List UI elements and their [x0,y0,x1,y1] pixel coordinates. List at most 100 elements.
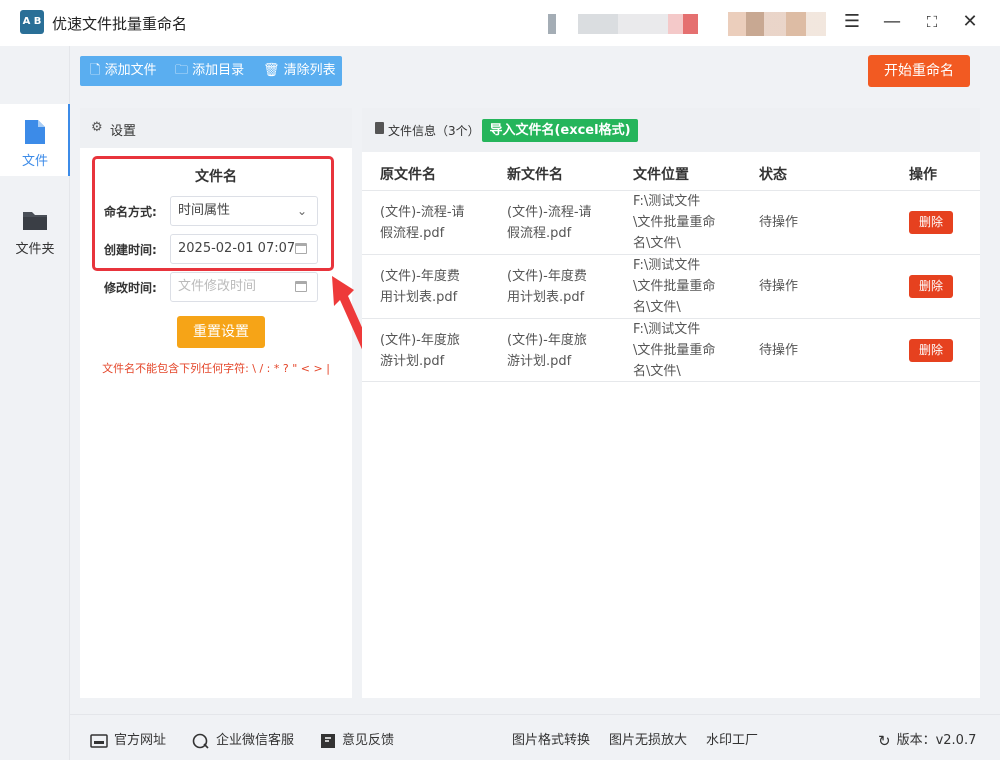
settings-title: 设置 [110,124,137,139]
file-location-line: \文件批量重命 [633,343,716,358]
file-info-panel: 文件信息（3个） 导入文件名(excel格式) 原文件名 新文件名 文件位置 状… [362,108,980,698]
new-filename: (文件)-年度旅 游计划.pdf [507,330,587,372]
original-filename-line: 游计划.pdf [380,354,445,369]
add-file-button[interactable]: 🗋 添加文件 [90,56,157,86]
new-filename-line: 假流程.pdf [507,226,572,241]
file-location: F:\测试文件 \文件批量重命 名\文件\ [633,319,715,382]
new-filename-line: (文件)-年度费 [507,269,587,284]
feedback-link[interactable]: 意见反馈 [320,729,394,749]
delete-button[interactable]: 删除 [909,339,953,362]
new-filename: (文件)-流程-请 假流程.pdf [507,202,592,244]
blurred-account-badge [728,12,826,36]
wechat-service-link[interactable]: 企业微信客服 [192,729,294,749]
blurred-user-info [548,14,698,34]
left-nav: 文件 文件夹 [0,46,70,760]
original-filename: (文件)-年度旅 游计划.pdf [380,330,460,372]
nav-item-file[interactable]: 文件 [0,104,70,176]
modified-time-placeholder: 文件修改时间 [178,279,257,294]
column-header-action: 操作 [909,167,937,183]
nav-item-folder[interactable]: 文件夹 [0,192,70,264]
new-filename-line: (文件)-年度旅 [507,333,587,348]
file-location: F:\测试文件 \文件批量重命 名\文件\ [633,191,715,254]
new-filename-line: 游计划.pdf [507,354,572,369]
table-row: (文件)-年度费 用计划表.pdf (文件)-年度费 用计划表.pdf F:\测… [362,254,980,318]
feedback-icon [321,733,335,748]
trash-icon: 🗑 [263,63,280,78]
wechat-icon [192,733,209,749]
table-row: (文件)-年度旅 游计划.pdf (文件)-年度旅 游计划.pdf F:\测试文… [362,318,980,382]
file-location-line: 名\文件\ [633,236,681,251]
gear-icon: ⚙ [91,120,103,135]
file-location-line: \文件批量重命 [633,279,716,294]
file-location-line: 名\文件\ [633,300,681,315]
new-filename-line: 用计划表.pdf [507,290,585,305]
start-rename-button[interactable]: 开始重命名 [868,55,970,87]
folder-icon [23,212,47,230]
document-icon [375,122,384,134]
reset-settings-button[interactable]: 重置设置 [177,316,265,348]
nav-item-file-label: 文件 [21,154,48,169]
table-row: (文件)-流程-请 假流程.pdf (文件)-流程-请 假流程.pdf F:\测… [362,190,980,254]
add-directory-button[interactable]: 🗀 添加目录 [175,56,244,86]
file-location-line: F:\测试文件 [633,258,701,273]
new-filename-line: (文件)-流程-请 [507,205,592,220]
file-info-header: 文件信息（3个） 导入文件名(excel格式) [362,108,980,152]
clear-list-label: 清除列表 [283,63,336,78]
modified-time-label: 修改时间: [104,281,157,295]
official-website-link[interactable]: 官方网址 [90,729,166,748]
file-icon [25,120,45,144]
file-location-line: F:\测试文件 [633,194,701,209]
delete-button[interactable]: 删除 [909,211,953,234]
add-file-label: 添加文件 [104,63,157,78]
toolbar: 🗋 添加文件 🗀 添加目录 🗑 清除列表 [80,56,342,86]
menu-icon[interactable]: ☰ [840,10,864,34]
status-text: 待操作 [759,279,799,294]
title-bar: A B 优速文件批量重命名 ☰ — ⛶ ✕ [0,0,1000,46]
maximize-icon[interactable]: ⛶ [920,10,944,34]
image-format-convert-link[interactable]: 图片格式转换 [512,729,590,748]
close-icon[interactable]: ✕ [958,10,982,34]
delete-button[interactable]: 删除 [909,275,953,298]
status-text: 待操作 [759,343,799,358]
status-text: 待操作 [759,215,799,230]
app-logo: A B [20,10,44,34]
original-filename-line: 用计划表.pdf [380,290,458,305]
wechat-service-label: 企业微信客服 [216,733,295,748]
version-label: 版本：v2.0.7 [896,733,977,748]
settings-header: ⚙ 设置 [80,108,352,148]
new-filename: (文件)-年度费 用计划表.pdf [507,266,587,308]
column-header-new: 新文件名 [507,167,563,183]
original-filename: (文件)-流程-请 假流程.pdf [380,202,465,244]
import-excel-button[interactable]: 导入文件名(excel格式) [482,119,638,142]
minimize-icon[interactable]: — [880,10,904,34]
version-info[interactable]: ↻ 版本：v2.0.7 [878,729,976,750]
feedback-label: 意见反馈 [342,733,395,748]
watermark-factory-link[interactable]: 水印工厂 [706,729,758,748]
bottom-bar: 官方网址 企业微信客服 意见反馈 图片格式转换 图片无损放大 水印工厂 ↻ 版本：… [70,714,1000,760]
official-website-label: 官方网址 [114,733,167,748]
modified-time-picker[interactable]: 文件修改时间 [170,272,318,302]
add-directory-label: 添加目录 [192,63,245,78]
file-info-title: 文件信息（3个） [388,124,480,138]
file-location-line: \文件批量重命 [633,215,716,230]
highlight-box [92,156,334,271]
file-location-line: F:\测试文件 [633,322,701,337]
file-location-line: 名\文件\ [633,364,681,379]
clear-list-button[interactable]: 🗑 清除列表 [263,56,336,86]
original-filename: (文件)-年度费 用计划表.pdf [380,266,460,308]
file-add-icon: 🗋 [90,63,101,78]
website-icon [90,733,108,748]
refresh-icon: ↻ [878,731,891,750]
file-location: F:\测试文件 \文件批量重命 名\文件\ [633,255,715,318]
column-header-status: 状态 [759,167,787,183]
column-header-original: 原文件名 [380,167,436,183]
calendar-icon [295,281,307,292]
original-filename-line: (文件)-年度费 [380,269,460,284]
original-filename-line: 假流程.pdf [380,226,445,241]
folder-add-icon: 🗀 [175,63,189,78]
nav-item-folder-label: 文件夹 [15,242,55,257]
image-enlarge-link[interactable]: 图片无损放大 [609,729,687,748]
column-header-location: 文件位置 [633,167,689,183]
original-filename-line: (文件)-流程-请 [380,205,465,220]
original-filename-line: (文件)-年度旅 [380,333,460,348]
